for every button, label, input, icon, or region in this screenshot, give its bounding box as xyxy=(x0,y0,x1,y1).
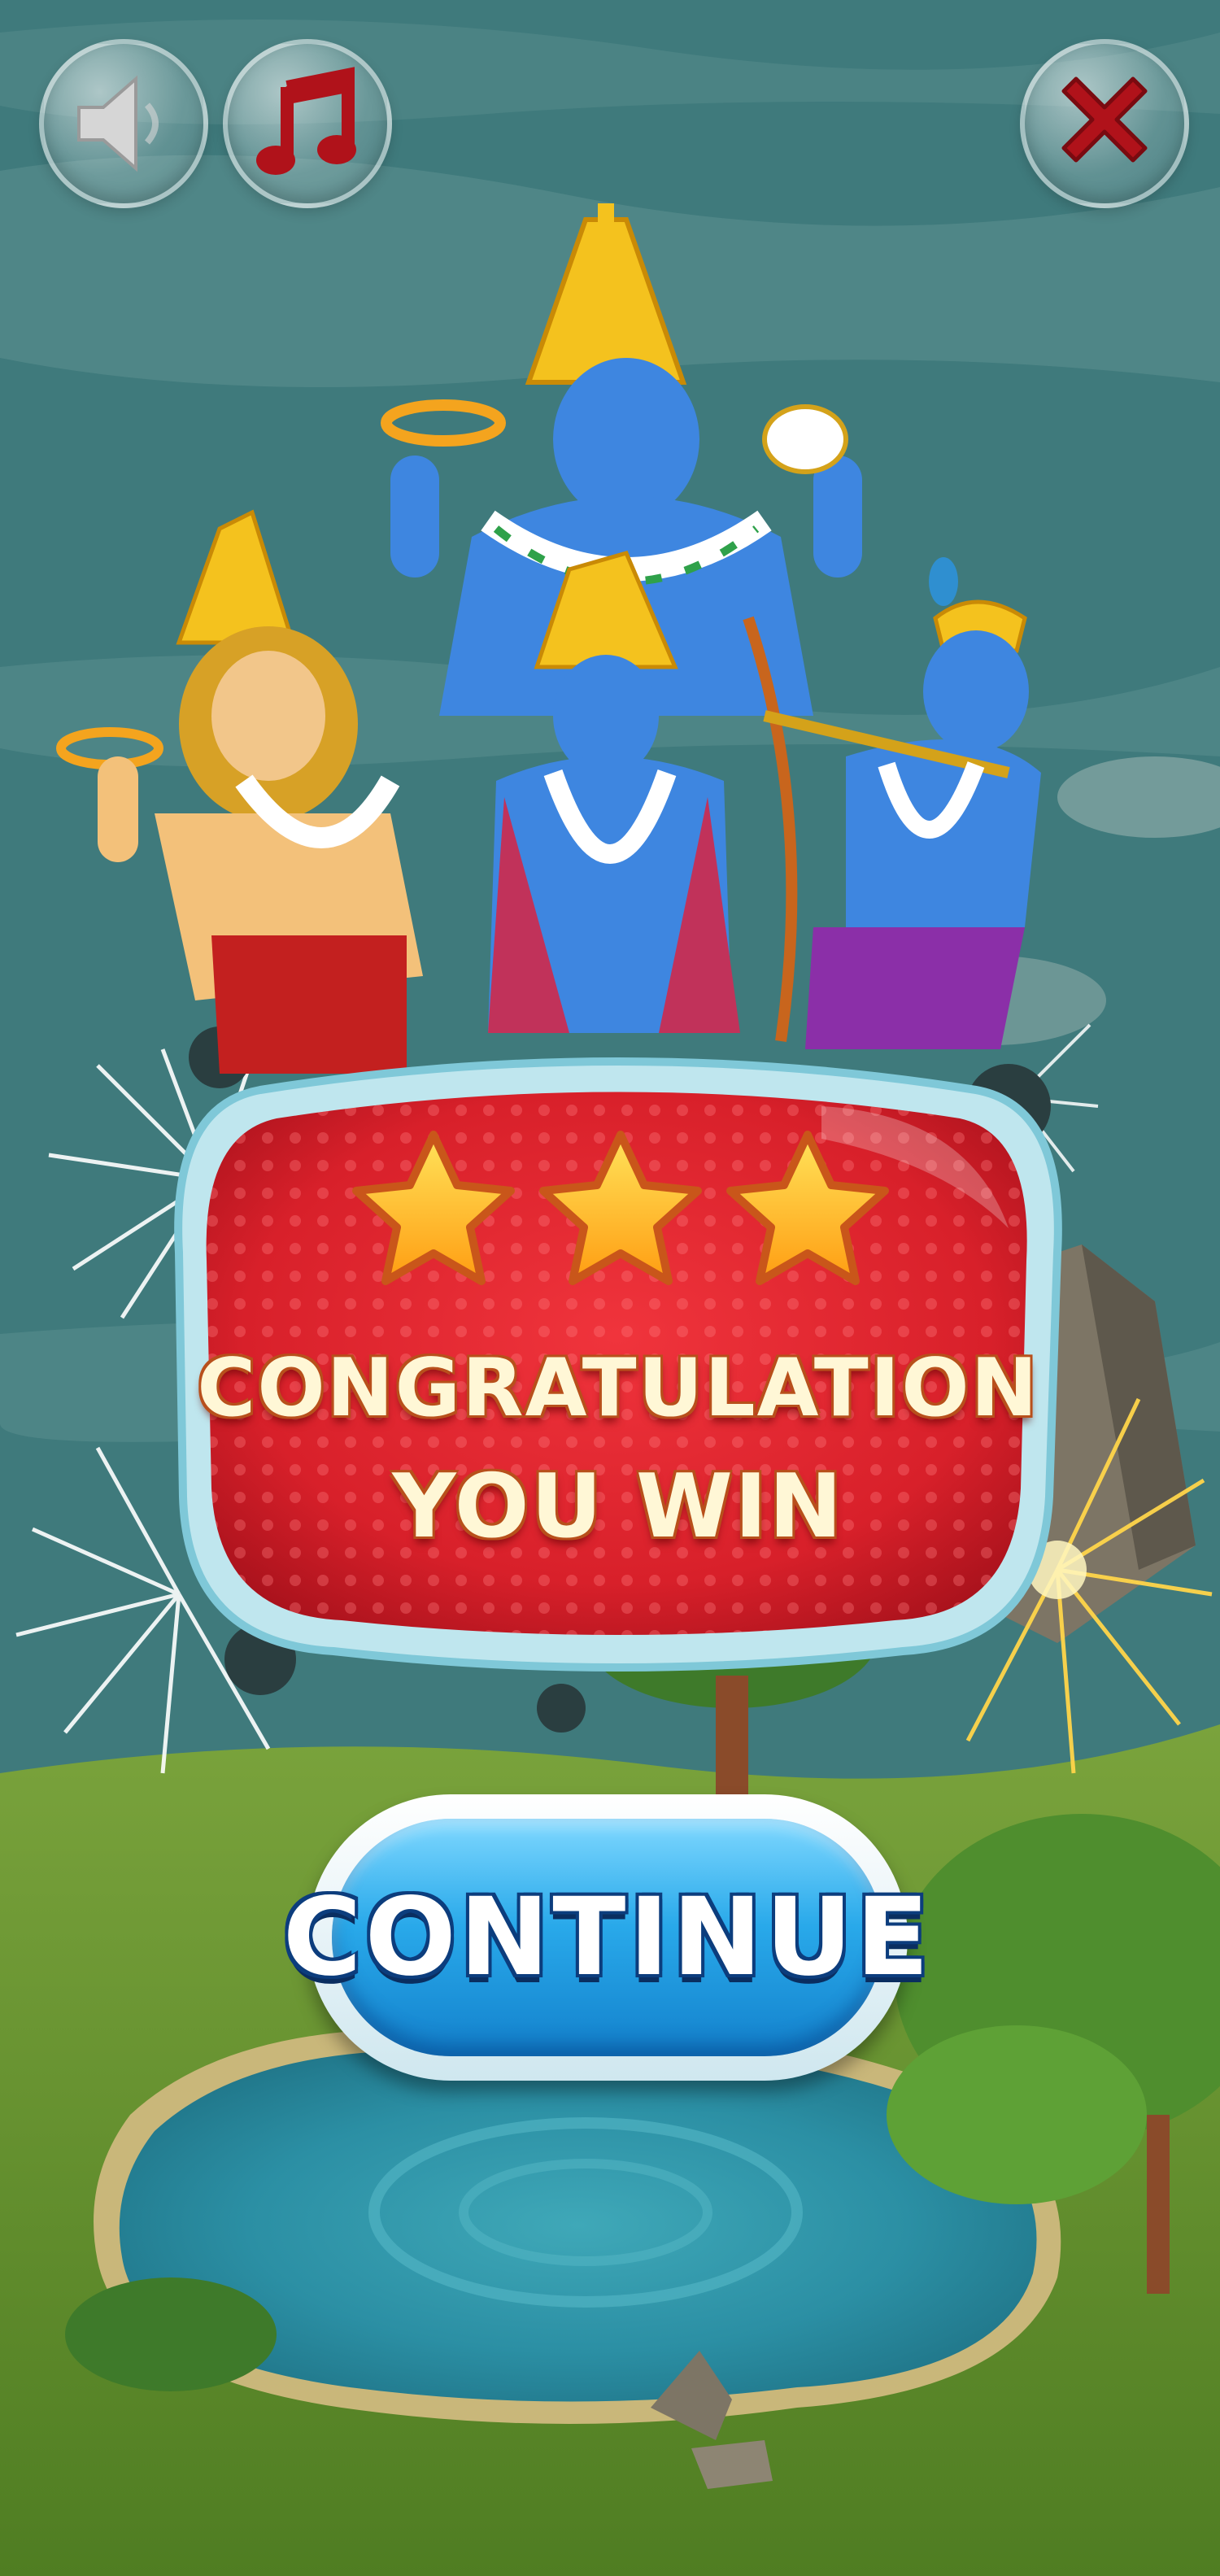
sound-toggle-button[interactable] xyxy=(39,39,208,208)
music-note-icon xyxy=(256,67,356,175)
star-3-icon xyxy=(726,1131,889,1285)
close-x-icon xyxy=(1061,76,1148,163)
game-scene: CONGRATULATION YOU WIN CONTINUE xyxy=(0,0,1220,2576)
win-panel: CONGRATULATION YOU WIN xyxy=(171,1041,1065,1676)
continue-button[interactable]: CONTINUE xyxy=(283,1794,929,2081)
continue-label: CONTINUE xyxy=(282,1875,933,2000)
music-toggle-button[interactable] xyxy=(223,39,392,208)
close-button[interactable] xyxy=(1020,39,1189,208)
star-1-icon xyxy=(352,1131,515,1285)
congratulation-text: CONGRATULATION xyxy=(197,1342,1039,1435)
you-win-text: YOU WIN xyxy=(392,1456,844,1558)
speaker-icon xyxy=(77,75,159,172)
star-rating xyxy=(171,1122,1065,1301)
continue-button-face[interactable]: CONTINUE xyxy=(283,1819,929,2056)
star-2-icon xyxy=(539,1131,702,1285)
stars-graphic xyxy=(352,1131,889,1285)
